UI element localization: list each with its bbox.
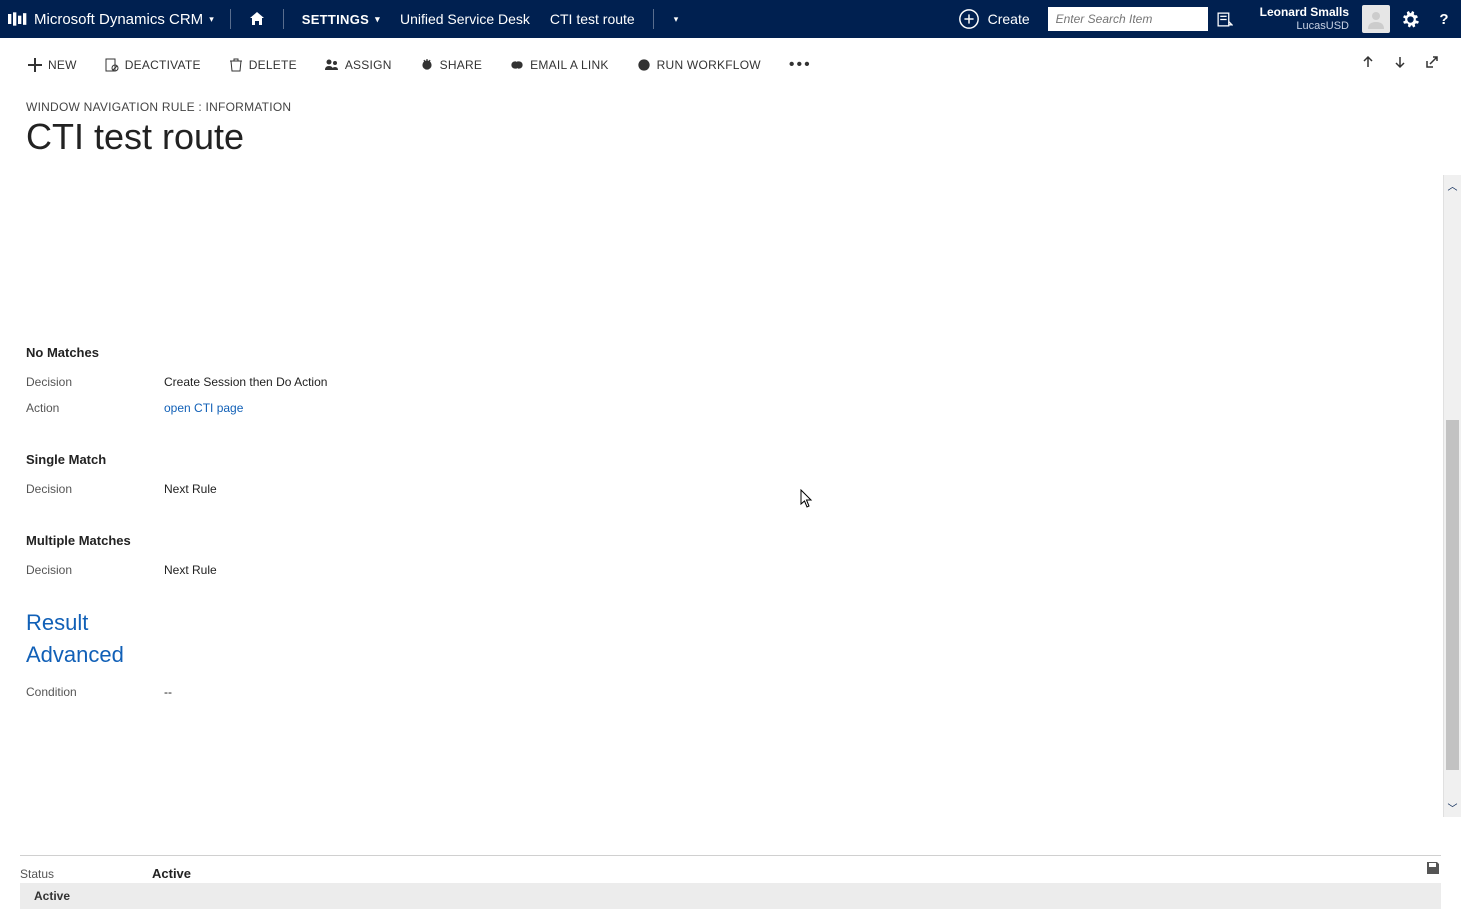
plus-icon: [28, 58, 42, 72]
brand-label: Microsoft Dynamics CRM: [34, 11, 203, 28]
settings-label: SETTINGS: [302, 12, 369, 27]
user-org: LucasUSD: [1260, 20, 1349, 32]
cmd-delete[interactable]: DELETE: [219, 54, 307, 76]
create-label: Create: [988, 11, 1030, 27]
field-value: Next Rule: [164, 482, 217, 496]
arrow-up-icon: [1361, 55, 1375, 69]
help-icon: ?: [1439, 11, 1448, 28]
nav-breadcrumb-usd[interactable]: Unified Service Desk: [390, 0, 540, 38]
user-info[interactable]: Leonard Smalls LucasUSD: [1242, 6, 1359, 31]
tab-advanced[interactable]: Advanced: [26, 642, 1441, 668]
status-label: Status: [20, 867, 152, 881]
section-heading: No Matches: [26, 345, 1441, 360]
workflow-icon: [637, 58, 651, 72]
field-row[interactable]: Decision Create Session then Do Action: [26, 370, 1441, 394]
cmd-deactivate[interactable]: DEACTIVATE: [95, 54, 211, 76]
cmd-email-link[interactable]: EMAIL A LINK: [500, 54, 618, 76]
nav-breadcrumb-record[interactable]: CTI test route: [540, 0, 645, 38]
chevron-up-icon: ︿: [1448, 178, 1458, 193]
scroll-down-button[interactable]: ﹀: [1444, 797, 1461, 817]
nav-divider: [283, 9, 284, 29]
nav-right-icons: Leonard Smalls LucasUSD ?: [1208, 0, 1461, 38]
chevron-down-icon: ▾: [375, 14, 380, 25]
assign-icon: [325, 58, 339, 72]
cmd-new[interactable]: NEW: [18, 54, 87, 76]
cmd-run-workflow[interactable]: RUN WORKFLOW: [627, 54, 771, 76]
section-heading: Multiple Matches: [26, 533, 1441, 548]
save-icon: [1425, 860, 1441, 876]
link-icon: [510, 58, 524, 72]
page-title: CTI test route: [26, 116, 1461, 158]
nav-area-settings[interactable]: SETTINGS ▾: [292, 0, 390, 38]
home-icon: [249, 11, 265, 27]
section-single-match: Single Match Decision Next Rule: [26, 452, 1441, 501]
cmd-assign[interactable]: ASSIGN: [315, 54, 402, 76]
advanced-find-button[interactable]: [1208, 0, 1242, 38]
field-row[interactable]: Action open CTI page: [26, 396, 1441, 420]
avatar-icon: [1362, 5, 1390, 33]
entity-breadcrumb: WINDOW NAVIGATION RULE : INFORMATION: [26, 100, 1461, 114]
settings-gear-button[interactable]: [1393, 0, 1427, 38]
tab-result[interactable]: Result: [26, 610, 1441, 636]
section-heading: Single Match: [26, 452, 1441, 467]
help-button[interactable]: ?: [1427, 0, 1461, 38]
record-state-bar: Active: [20, 883, 1441, 909]
user-name: Leonard Smalls: [1260, 6, 1349, 19]
chevron-down-icon: ▾: [209, 14, 214, 25]
popout-button[interactable]: [1421, 51, 1443, 78]
more-dots-icon: •••: [789, 56, 812, 73]
nav-divider: [230, 9, 231, 29]
field-value: Next Rule: [164, 563, 217, 577]
share-icon: [420, 58, 434, 72]
scroll-up-button[interactable]: ︿: [1444, 175, 1461, 195]
field-label: Condition: [26, 685, 164, 699]
global-nav: Microsoft Dynamics CRM ▾ SETTINGS ▾ Unif…: [0, 0, 1461, 38]
field-label: Decision: [26, 563, 164, 577]
nav-record-dropdown[interactable]: ▾: [662, 0, 685, 38]
save-button[interactable]: [1425, 860, 1441, 881]
gear-icon: [1402, 11, 1419, 28]
chevron-down-icon: ﹀: [1448, 800, 1458, 815]
arrow-down-icon: [1393, 55, 1407, 69]
trash-icon: [229, 58, 243, 72]
form-body: No Matches Decision Create Session then …: [0, 175, 1441, 817]
field-row[interactable]: Condition --: [26, 680, 1441, 704]
command-bar: NEW DEACTIVATE DELETE ASSIGN SHARE EMAIL…: [0, 38, 1461, 92]
global-search[interactable]: [1048, 7, 1208, 31]
record-state: Active: [34, 889, 70, 903]
field-label: Decision: [26, 375, 164, 389]
status-area: Status Active: [20, 855, 1441, 881]
deactivate-icon: [105, 58, 119, 72]
dynamics-logo-icon: [8, 12, 28, 26]
search-input[interactable]: [1056, 12, 1213, 26]
home-button[interactable]: [239, 0, 275, 38]
section-multiple-matches: Multiple Matches Decision Next Rule: [26, 533, 1441, 582]
scroll-thumb[interactable]: [1446, 420, 1459, 770]
quick-create-button[interactable]: Create: [946, 8, 1042, 30]
field-label: Decision: [26, 482, 164, 496]
chevron-down-icon: ▾: [674, 14, 679, 25]
vertical-scrollbar[interactable]: ︿ ﹀: [1443, 175, 1461, 817]
field-row[interactable]: Decision Next Rule: [26, 477, 1441, 501]
field-label: Action: [26, 401, 164, 415]
plus-circle-icon: [958, 8, 980, 30]
page-header: WINDOW NAVIGATION RULE : INFORMATION CTI…: [0, 92, 1461, 158]
nav-next-record[interactable]: [1389, 51, 1411, 78]
section-no-matches: No Matches Decision Create Session then …: [26, 345, 1441, 420]
user-avatar[interactable]: [1359, 0, 1393, 38]
field-value: --: [164, 685, 172, 699]
brand-switcher[interactable]: Microsoft Dynamics CRM ▾: [0, 0, 222, 38]
nav-prev-record[interactable]: [1357, 51, 1379, 78]
cmd-share[interactable]: SHARE: [410, 54, 493, 76]
lookup-link[interactable]: open CTI page: [164, 401, 243, 415]
filter-icon: [1216, 11, 1233, 28]
field-value: Create Session then Do Action: [164, 375, 327, 389]
nav-divider: [653, 9, 654, 29]
popout-icon: [1425, 55, 1439, 69]
field-row[interactable]: Decision Next Rule: [26, 558, 1441, 582]
cmd-more-overflow[interactable]: •••: [779, 52, 822, 78]
status-value: Active: [152, 866, 191, 881]
